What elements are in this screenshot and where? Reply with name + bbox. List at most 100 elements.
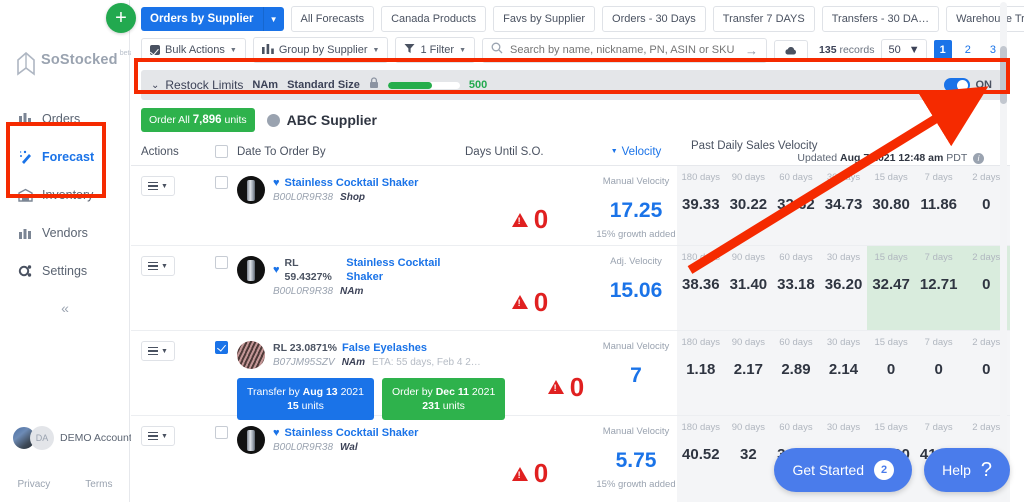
help-button[interactable]: Help ? <box>924 448 1010 492</box>
page-2-button[interactable]: 2 <box>959 40 977 60</box>
sidebar-item-orders[interactable]: Orders <box>0 100 130 138</box>
hamburger-icon <box>148 182 159 190</box>
row-select[interactable] <box>205 331 237 415</box>
row-checkbox[interactable] <box>214 341 228 354</box>
order-all-prefix: Order All <box>149 114 190 126</box>
table-row[interactable]: ▼ RL 23.0871% False Eyelashes B07JM95SZV… <box>131 331 1010 420</box>
sidebar-item-forecast[interactable]: Forecast <box>0 138 130 176</box>
download-button[interactable] <box>774 39 809 61</box>
header-days-until-so: Days Until S.O. <box>465 145 544 158</box>
period-label: 60 days <box>779 421 813 433</box>
row-select[interactable] <box>205 246 237 330</box>
tab-transfer-7-days[interactable]: Transfer 7 DAYS <box>712 6 815 32</box>
add-new-button[interactable]: + <box>106 3 136 33</box>
velocity-value: 5.75 <box>615 449 657 472</box>
row-checkbox[interactable] <box>214 426 228 439</box>
chevron-down-icon: ▼ <box>161 262 168 270</box>
tab-favs-by-supplier[interactable]: Favs by Supplier <box>493 6 596 32</box>
row-checkbox[interactable] <box>214 176 228 189</box>
period-label: 180 days <box>681 171 721 183</box>
vertical-scrollbar[interactable] <box>1000 2 1007 500</box>
row-menu-button[interactable]: ▼ <box>141 426 175 446</box>
sidebar-item-inventory[interactable]: Inventory <box>0 176 130 214</box>
header-velocity-sort[interactable]: ▼ Velocity <box>595 146 677 158</box>
row-select[interactable] <box>205 416 237 502</box>
restock-region: NAm <box>252 79 279 91</box>
sidebar-collapse-button[interactable]: « <box>0 300 130 316</box>
tab-warehouse-transfers[interactable]: Warehouse Trans… <box>946 6 1024 32</box>
filter-button[interactable]: 1 Filter ▼ <box>395 37 476 63</box>
page-size-select[interactable]: 50 ▼ <box>881 39 927 61</box>
header-past-label: Past Daily Sales Velocity <box>691 139 818 152</box>
orders-icon <box>16 112 34 126</box>
row-menu-button[interactable]: ▼ <box>141 256 175 276</box>
sidebar-item-vendors[interactable]: Vendors <box>0 214 130 252</box>
favorite-heart-icon[interactable]: ♥ <box>273 176 280 190</box>
select-all-checkbox[interactable] <box>214 145 228 158</box>
past-period-labels: 180 days 90 days 60 days 30 days 15 days… <box>677 416 1010 438</box>
tab-orders-by-supplier-label[interactable]: Orders by Supplier <box>141 7 263 31</box>
velocity-cell: Manual Velocity 7 <box>595 331 677 415</box>
row-product: ♥ RL 59.4327% Stainless Cocktail Shaker … <box>237 246 465 330</box>
velocity-type-label: Adj. Velocity <box>610 256 662 267</box>
order-by-pill[interactable]: Order by Dec 11 2021 231 units <box>381 378 506 420</box>
past-value: 30.80 <box>872 196 910 213</box>
privacy-link[interactable]: Privacy <box>17 479 50 490</box>
favorite-heart-icon[interactable]: ♥ <box>273 426 280 440</box>
tab-orders-by-supplier[interactable]: Orders by Supplier ▼ <box>141 7 284 31</box>
velocity-value: 17.25 <box>609 199 663 222</box>
warning-icon <box>511 212 528 227</box>
terms-link[interactable]: Terms <box>85 479 112 490</box>
header-select-all[interactable] <box>205 145 237 158</box>
page-1-button[interactable]: 1 <box>933 40 952 60</box>
toolbar: Bulk Actions ▼ Group by Supplier ▼ 1 Fil… <box>131 34 1010 68</box>
info-icon[interactable]: i <box>973 152 984 164</box>
sidebar-item-settings[interactable]: Settings <box>0 252 130 290</box>
chevron-down-icon[interactable]: ▼ <box>262 7 284 31</box>
past-value: 0 <box>886 361 896 378</box>
restock-limits-toggle[interactable]: ON <box>943 78 992 92</box>
header-past-sales-velocity: Past Daily Sales Velocity Updated Aug 7 … <box>677 140 1010 164</box>
account-block[interactable]: DA DEMO Account <box>12 426 132 450</box>
past-value: 39.33 <box>682 196 720 213</box>
velocity-cell: Manual Velocity 17.25 15% growth added <box>595 166 677 245</box>
past-value: 30.22 <box>729 196 768 213</box>
period-label: 30 days <box>826 171 861 183</box>
table-row[interactable]: ▼ ♥ Stainless Cocktail Shaker B00L0R9R38 <box>131 166 1010 246</box>
tab-all-forecasts[interactable]: All Forecasts <box>290 6 375 32</box>
period-label: 90 days <box>731 336 765 348</box>
product-name[interactable]: Stainless Cocktail Shaker <box>285 426 419 440</box>
row-checkbox[interactable] <box>214 256 228 269</box>
search-box[interactable]: → <box>482 37 768 63</box>
sidebar: SoStocked beta Orders Forecast Inventory… <box>0 0 133 502</box>
scrollbar-thumb[interactable] <box>1000 46 1007 104</box>
group-by-supplier-button[interactable]: Group by Supplier ▼ <box>252 37 389 63</box>
restock-limits-toggle-section[interactable]: ⌄ Restock Limits <box>151 78 243 92</box>
tab-canada-products[interactable]: Canada Products <box>381 6 487 32</box>
tab-orders-30-days[interactable]: Orders - 30 Days <box>602 6 706 32</box>
favorite-heart-icon[interactable]: ♥ <box>273 263 280 277</box>
transfer-by-pill[interactable]: Transfer by Aug 13 2021 15 units <box>237 378 374 420</box>
search-input[interactable] <box>510 44 742 56</box>
transfer-date: Aug 13 <box>302 386 338 398</box>
product-name[interactable]: False Eyelashes <box>342 341 427 355</box>
row-menu-button[interactable]: ▼ <box>141 176 175 196</box>
transfer-prefix: Transfer by <box>247 386 300 398</box>
past-period-labels: 180 days 90 days 60 days 30 days 15 days… <box>677 331 1010 353</box>
period-label: 60 days <box>779 336 813 348</box>
hamburger-icon <box>148 262 159 270</box>
row-select[interactable] <box>205 166 237 245</box>
get-started-button[interactable]: Get Started 2 <box>774 448 913 492</box>
tab-transfers-30-days[interactable]: Transfers - 30 DA… <box>821 6 940 32</box>
order-all-button[interactable]: Order All 7,896 units <box>141 108 255 132</box>
product-name[interactable]: Stainless Cocktail Shaker <box>346 256 465 284</box>
row-menu-button[interactable]: ▼ <box>141 341 175 361</box>
floating-actions: Get Started 2 Help ? <box>774 448 1010 492</box>
main-content: Orders by Supplier ▼ All Forecasts Canad… <box>131 0 1024 502</box>
product-name[interactable]: Stainless Cocktail Shaker <box>285 176 419 190</box>
period-label: 30 days <box>826 336 861 348</box>
submit-search-arrow-icon[interactable]: → <box>745 43 758 58</box>
table-row[interactable]: ▼ ♥ RL 59.4327% Stainless Cocktail Shake… <box>131 246 1010 331</box>
period-label: 90 days <box>731 171 765 183</box>
bulk-actions-button[interactable]: Bulk Actions ▼ <box>141 38 246 62</box>
